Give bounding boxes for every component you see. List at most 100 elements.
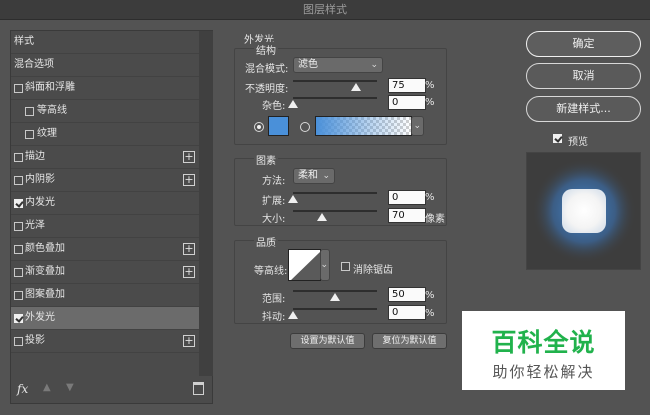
reset-default-button[interactable]: 复位为默认值 (372, 333, 447, 349)
style-item[interactable]: 混合选项 (11, 54, 199, 77)
style-item-checkbox[interactable] (14, 268, 23, 277)
style-item-checkbox[interactable] (25, 130, 34, 139)
style-item-checkbox[interactable] (14, 153, 23, 162)
fx-menu-button[interactable]: fx (17, 382, 28, 396)
style-item[interactable]: 等高线 (11, 100, 199, 123)
opacity-label: 不透明度: (245, 84, 289, 95)
style-item-checkbox[interactable] (14, 314, 23, 323)
blend-mode-select[interactable]: 滤色 ⌄ (293, 57, 383, 73)
blend-mode-value: 滤色 (298, 59, 318, 70)
range-slider-thumb[interactable] (330, 293, 340, 301)
antialias-checkbox[interactable] (341, 262, 350, 271)
style-item[interactable]: 斜面和浮雕 (11, 77, 199, 100)
style-item-checkbox[interactable] (14, 199, 23, 208)
style-item[interactable]: 光泽 (11, 215, 199, 238)
glow-gradient-swatch[interactable] (315, 116, 412, 136)
size-input[interactable]: 70 (388, 208, 426, 223)
style-item-checkbox[interactable] (14, 245, 23, 254)
style-item-label: 渐变叠加 (25, 266, 65, 277)
style-item-label: 颜色叠加 (25, 243, 65, 254)
noise-slider[interactable] (293, 97, 377, 99)
opacity-slider[interactable] (293, 80, 377, 82)
style-item-checkbox[interactable] (14, 176, 23, 185)
antialias-label: 消除锯齿 (353, 265, 393, 276)
style-item-label: 内阴影 (25, 174, 55, 185)
contour-dropdown[interactable]: ⌄ (320, 249, 330, 281)
jitter-unit: % (425, 308, 435, 319)
style-item[interactable]: 投影 + (11, 330, 199, 353)
method-select[interactable]: 柔和 ⌄ (293, 168, 335, 184)
style-item-label: 内发光 (25, 197, 55, 208)
style-item-checkbox[interactable] (14, 337, 23, 346)
style-item-label: 斜面和浮雕 (25, 82, 75, 93)
style-item[interactable]: 图案叠加 (11, 284, 199, 307)
spread-unit: % (425, 192, 435, 203)
noise-slider-thumb[interactable] (288, 100, 298, 108)
style-item[interactable]: 纹理 (11, 123, 199, 146)
style-item[interactable]: 渐变叠加 + (11, 261, 199, 284)
styles-scrollbar[interactable] (199, 31, 213, 376)
size-slider-thumb[interactable] (317, 213, 327, 221)
window-title: 图层样式 (0, 0, 650, 20)
style-preview (526, 152, 641, 270)
elements-title: 图素 (254, 152, 278, 167)
add-icon[interactable]: + (183, 266, 195, 278)
blend-mode-label: 混合模式: (245, 64, 289, 75)
style-item-label: 纹理 (37, 128, 57, 139)
spread-slider[interactable] (293, 192, 377, 194)
range-slider[interactable] (293, 290, 377, 292)
spread-slider-thumb[interactable] (288, 195, 298, 203)
style-item[interactable]: 内发光 (11, 192, 199, 215)
contour-label: 等高线: (254, 266, 288, 277)
new-style-button[interactable]: 新建样式... (526, 96, 641, 122)
jitter-slider[interactable] (293, 308, 377, 310)
range-unit: % (425, 290, 435, 301)
style-item-label: 等高线 (37, 105, 67, 116)
glow-color-swatch[interactable] (268, 116, 289, 136)
move-up-icon[interactable]: ▲ (43, 382, 51, 393)
style-item-checkbox[interactable] (25, 107, 34, 116)
move-down-icon[interactable]: ▼ (66, 382, 74, 393)
style-item-label: 光泽 (25, 220, 45, 231)
style-item-checkbox[interactable] (14, 291, 23, 300)
style-item[interactable]: 样式 (11, 31, 199, 54)
watermark-title: 百科全说 (491, 328, 596, 357)
style-item-label: 描边 (25, 151, 45, 162)
style-item-checkbox[interactable] (14, 222, 23, 231)
jitter-slider-thumb[interactable] (288, 311, 298, 319)
ok-button[interactable]: 确定 (526, 31, 641, 57)
noise-input[interactable]: 0 (388, 95, 426, 110)
color-radio[interactable] (254, 122, 264, 132)
noise-unit: % (425, 97, 435, 108)
styles-list-panel: 样式 混合选项斜面和浮雕等高线纹理描边 + 内阴影 + 内发光光泽颜色叠加 + 渐变叠加 + 图案… (10, 30, 213, 404)
opacity-slider-thumb[interactable] (351, 83, 361, 91)
style-item-checkbox[interactable] (14, 84, 23, 93)
jitter-label: 抖动: (262, 312, 286, 323)
cancel-button[interactable]: 取消 (526, 63, 641, 89)
gradient-radio[interactable] (300, 122, 310, 132)
spread-input[interactable]: 0 (388, 190, 426, 205)
noise-label: 杂色: (262, 101, 286, 112)
style-item[interactable]: 颜色叠加 + (11, 238, 199, 261)
style-item[interactable]: 内阴影 + (11, 169, 199, 192)
preview-checkbox[interactable] (553, 134, 562, 143)
style-item[interactable]: 外发光 (11, 307, 199, 330)
add-icon[interactable]: + (183, 243, 195, 255)
size-slider[interactable] (293, 210, 377, 212)
contour-thumbnail[interactable] (288, 249, 321, 281)
add-icon[interactable]: + (183, 335, 195, 347)
style-item-label: 投影 (25, 335, 45, 346)
preview-label: 预览 (568, 137, 588, 148)
gradient-dropdown[interactable]: ⌄ (411, 116, 424, 136)
trash-icon[interactable] (193, 382, 204, 395)
style-item-label: 图案叠加 (25, 289, 65, 300)
structure-title: 结构 (254, 42, 278, 57)
set-default-button[interactable]: 设置为默认值 (290, 333, 365, 349)
chevron-down-icon: ⌄ (322, 171, 330, 181)
opacity-input[interactable]: 75 (388, 78, 426, 93)
jitter-input[interactable]: 0 (388, 305, 426, 320)
style-item[interactable]: 描边 + (11, 146, 199, 169)
range-input[interactable]: 50 (388, 287, 426, 302)
add-icon[interactable]: + (183, 151, 195, 163)
add-icon[interactable]: + (183, 174, 195, 186)
